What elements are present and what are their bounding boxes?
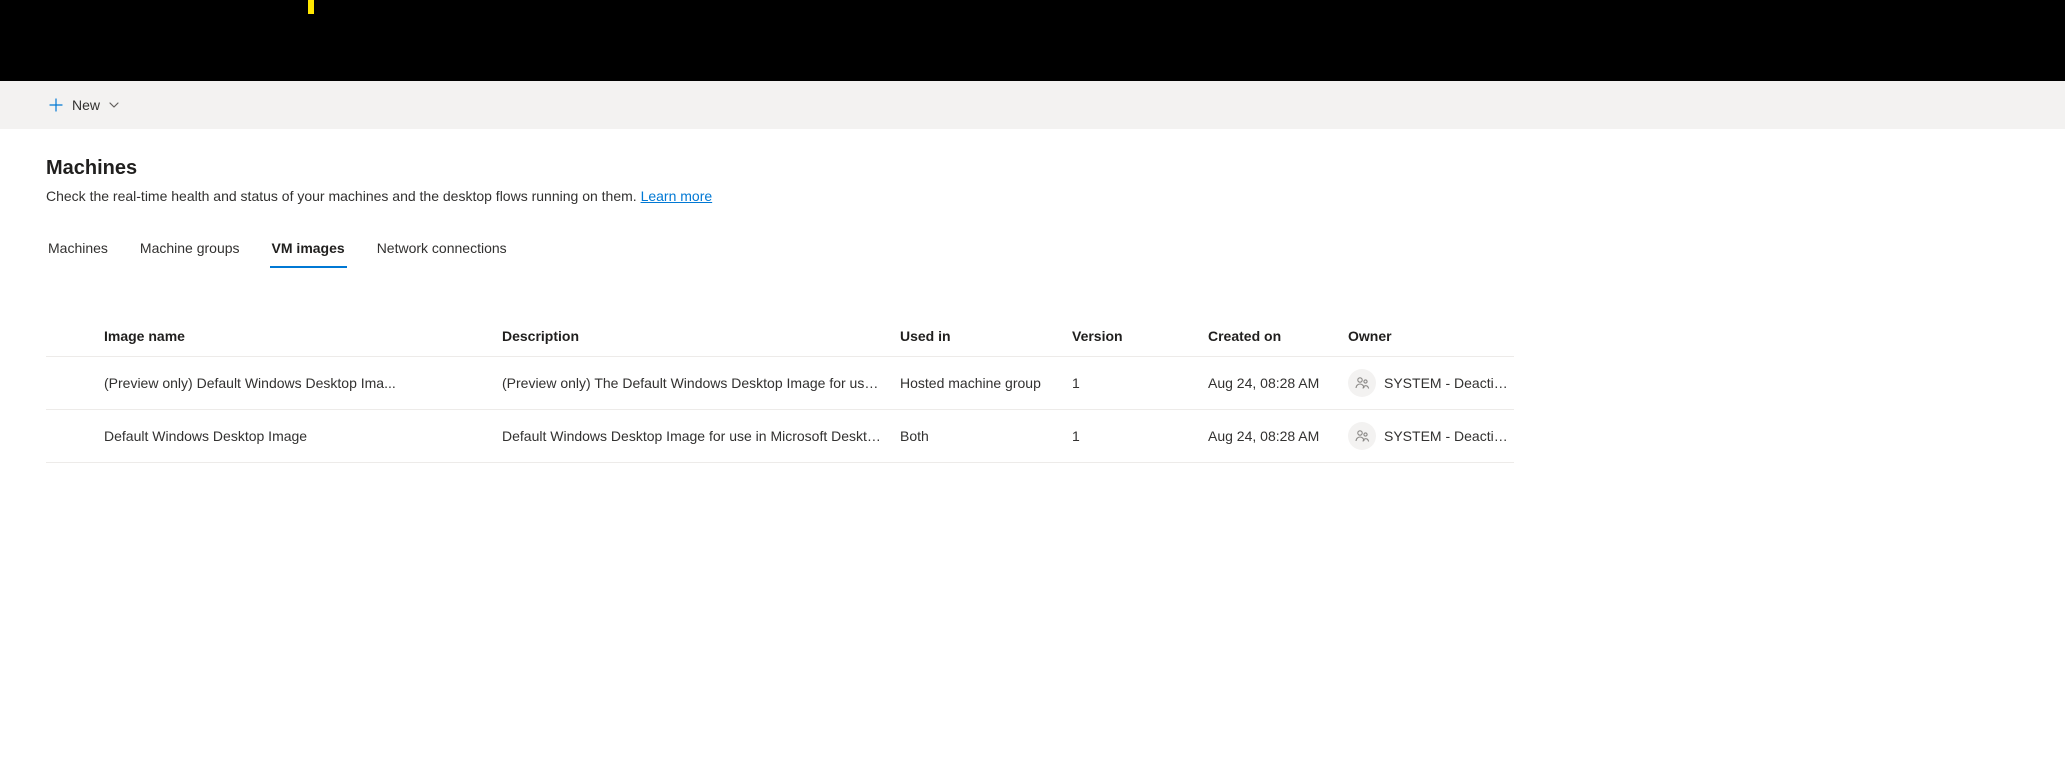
tab-machine-groups[interactable]: Machine groups [138, 232, 242, 268]
cell-owner-text: SYSTEM - Deactivated... [1384, 375, 1514, 391]
cell-used-in: Hosted machine group [900, 375, 1072, 391]
table-row[interactable]: Default Windows Desktop Image Default Wi… [46, 410, 1514, 463]
header-image-name[interactable]: Image name [104, 328, 502, 344]
chevron-down-icon [108, 99, 120, 111]
cell-image-name[interactable]: (Preview only) Default Windows Desktop I… [104, 375, 502, 391]
cell-version: 1 [1072, 375, 1208, 391]
header-used-in[interactable]: Used in [900, 328, 1072, 344]
user-icon [1348, 422, 1376, 450]
cell-description: (Preview only) The Default Windows Deskt… [502, 375, 900, 391]
page-title: Machines [46, 157, 1514, 180]
header-version[interactable]: Version [1072, 328, 1208, 344]
tab-network-connections[interactable]: Network connections [375, 232, 509, 268]
content-area: Machines Check the real-time health and … [0, 129, 1560, 463]
cell-image-name[interactable]: Default Windows Desktop Image [104, 428, 502, 444]
cell-created-on: Aug 24, 08:28 AM [1208, 375, 1348, 391]
plus-icon [48, 97, 64, 113]
cell-owner: SYSTEM - Deactivated... [1348, 369, 1514, 397]
table-row[interactable]: (Preview only) Default Windows Desktop I… [46, 357, 1514, 410]
tabs: Machines Machine groups VM images Networ… [46, 232, 1514, 268]
cell-owner-text: SYSTEM - Deactivated... [1384, 428, 1514, 444]
page-subtitle: Check the real-time health and status of… [46, 188, 1514, 204]
cell-version: 1 [1072, 428, 1208, 444]
header-description[interactable]: Description [502, 328, 900, 344]
top-black-bar [0, 0, 2065, 81]
cell-created-on: Aug 24, 08:28 AM [1208, 428, 1348, 444]
vm-images-table: Image name Description Used in Version C… [46, 316, 1514, 463]
tab-machines[interactable]: Machines [46, 232, 110, 268]
new-button-label: New [72, 97, 100, 113]
tab-vm-images[interactable]: VM images [270, 232, 347, 268]
table-header-row: Image name Description Used in Version C… [46, 316, 1514, 357]
subtitle-text: Check the real-time health and status of… [46, 188, 641, 204]
user-icon [1348, 369, 1376, 397]
learn-more-link[interactable]: Learn more [641, 188, 713, 204]
command-bar: New [0, 81, 2065, 129]
new-button[interactable]: New [40, 91, 128, 119]
header-owner[interactable]: Owner [1348, 328, 1514, 344]
cell-description: Default Windows Desktop Image for use in… [502, 428, 900, 444]
cell-used-in: Both [900, 428, 1072, 444]
cell-owner: SYSTEM - Deactivated... [1348, 422, 1514, 450]
header-created-on[interactable]: Created on [1208, 328, 1348, 344]
yellow-marker [308, 0, 314, 14]
